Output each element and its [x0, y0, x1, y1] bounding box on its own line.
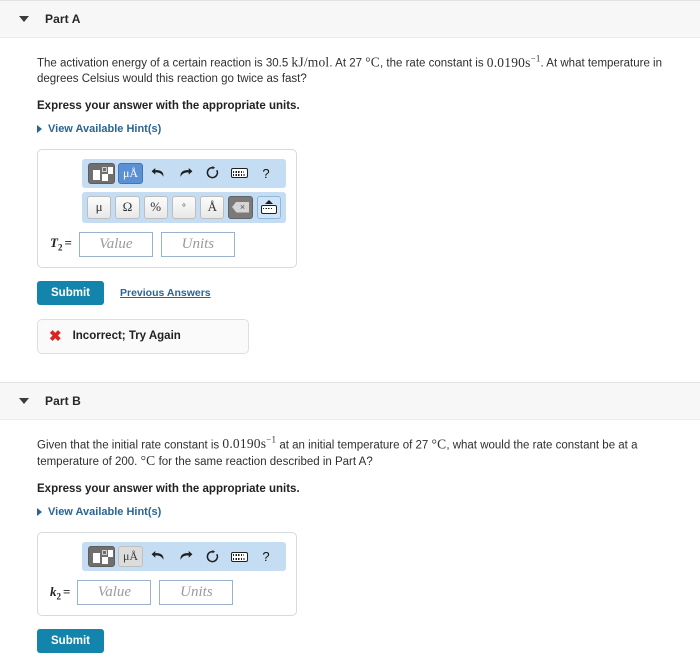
part-a-instruction: Express your answer with the appropriate… [37, 100, 678, 112]
math-rate-constant: 0.0190s−1 [487, 55, 541, 70]
part-a-submit-button[interactable]: Submit [37, 281, 104, 305]
part-a-variable-label: T2= [50, 235, 72, 253]
equals-sign: = [63, 584, 70, 599]
part-a-body: The activation energy of a certain react… [0, 38, 700, 382]
part-a-answer-panel: μÅ ? μ Ω [37, 149, 297, 268]
symbol-degree-button[interactable]: ° [172, 196, 196, 219]
question-seg: , the rate constant is [380, 58, 487, 70]
part-a-question: The activation energy of a certain react… [37, 51, 677, 87]
variable-symbol: T [50, 235, 58, 250]
part-b-title: Part B [45, 394, 81, 408]
template-grid-icon[interactable] [88, 546, 115, 567]
part-a-value-input[interactable]: Value [79, 232, 153, 257]
backspace-icon[interactable] [228, 196, 252, 219]
part-b-input-row: k2= Value Units [48, 580, 286, 605]
part-a-feedback-text: Incorrect; Try Again [73, 330, 181, 342]
caret-right-icon [37, 508, 42, 516]
undo-arrow-icon[interactable] [146, 546, 170, 567]
question-seg: . At 27 [329, 58, 365, 70]
redo-arrow-icon[interactable] [173, 546, 197, 567]
caret-down-icon[interactable] [19, 398, 29, 404]
assignment-page: Part A The activation energy of a certai… [0, 0, 700, 659]
part-b-instruction: Express your answer with the appropriate… [37, 483, 678, 495]
part-b-toolbar: μÅ ? [82, 542, 286, 571]
part-b-question: Given that the initial rate constant is … [37, 433, 677, 471]
part-b-header[interactable]: Part B [0, 382, 700, 420]
view-available-hints-link[interactable]: View Available Hint(s) [48, 506, 161, 518]
keyboard-icon[interactable] [227, 546, 251, 567]
keyboard-up-icon[interactable] [257, 196, 281, 219]
x-mark-icon: ✖ [49, 329, 62, 344]
reset-circular-arrow-icon[interactable] [200, 546, 224, 567]
math-rate-constant-base: 0.0190s [487, 55, 531, 70]
math-kj-per-mol: kJ/mol [291, 55, 329, 70]
help-question-icon[interactable]: ? [254, 546, 278, 567]
part-a-spacer [37, 354, 678, 376]
math-rate-constant-base: 0.0190s [222, 436, 266, 451]
undo-arrow-icon[interactable] [146, 163, 170, 184]
question-seg: Given that the initial rate constant is [37, 439, 222, 451]
variable-subscript: 2 [58, 243, 63, 253]
part-b-units-input[interactable]: Units [159, 580, 233, 605]
mu-angstrom-units-button[interactable]: μÅ [118, 163, 143, 184]
math-rate-constant-exponent: −1 [531, 53, 541, 63]
part-a-symbol-palette: μ Ω % ° Å [82, 192, 286, 223]
part-a-submit-row: Submit Previous Answers [37, 281, 678, 305]
part-a-toolbar: μÅ ? [82, 159, 286, 188]
symbol-mu-button[interactable]: μ [87, 196, 111, 219]
template-grid-icon[interactable] [88, 163, 115, 184]
math-degrees-celsius: °C [365, 55, 380, 70]
part-b-value-input[interactable]: Value [77, 580, 151, 605]
math-degrees-celsius-final: °C [141, 453, 156, 468]
keyboard-icon[interactable] [227, 163, 251, 184]
question-seg: The activation energy of a certain react… [37, 58, 291, 70]
reset-circular-arrow-icon[interactable] [200, 163, 224, 184]
question-seg: at an initial temperature of 27 [276, 439, 431, 451]
mu-angstrom-units-button[interactable]: μÅ [118, 546, 143, 567]
redo-arrow-icon[interactable] [173, 163, 197, 184]
part-a-header[interactable]: Part A [0, 0, 700, 38]
help-question-icon[interactable]: ? [254, 163, 278, 184]
part-b-answer-panel: μÅ ? k2= [37, 532, 297, 616]
part-a-hint-toggle[interactable]: View Available Hint(s) [37, 123, 161, 135]
equals-sign: = [64, 235, 71, 250]
part-b-hint-toggle[interactable]: View Available Hint(s) [37, 506, 161, 518]
view-available-hints-link[interactable]: View Available Hint(s) [48, 123, 161, 135]
part-a-input-row: T2= Value Units [48, 232, 286, 257]
caret-right-icon [37, 125, 42, 133]
part-b-submit-row: Submit [37, 629, 678, 653]
symbol-angstrom-button[interactable]: Å [200, 196, 224, 219]
symbol-omega-button[interactable]: Ω [115, 196, 139, 219]
math-rate-constant: 0.0190s−1 [222, 436, 276, 451]
math-degrees-celsius-initial: °C [432, 436, 447, 451]
question-seg: for the same reaction described in Part … [155, 456, 372, 468]
part-a-units-input[interactable]: Units [161, 232, 235, 257]
symbol-percent-button[interactable]: % [144, 196, 168, 219]
part-b-variable-label: k2= [50, 584, 70, 602]
part-b-submit-button[interactable]: Submit [37, 629, 104, 653]
part-a-previous-answers-link[interactable]: Previous Answers [120, 287, 211, 299]
part-a-feedback-box: ✖ Incorrect; Try Again [37, 319, 249, 354]
math-rate-constant-exponent: −1 [266, 435, 276, 445]
caret-down-icon[interactable] [19, 16, 29, 22]
variable-subscript: 2 [57, 591, 62, 601]
part-b-body: Given that the initial rate constant is … [0, 420, 700, 659]
part-a-title: Part A [45, 12, 81, 26]
